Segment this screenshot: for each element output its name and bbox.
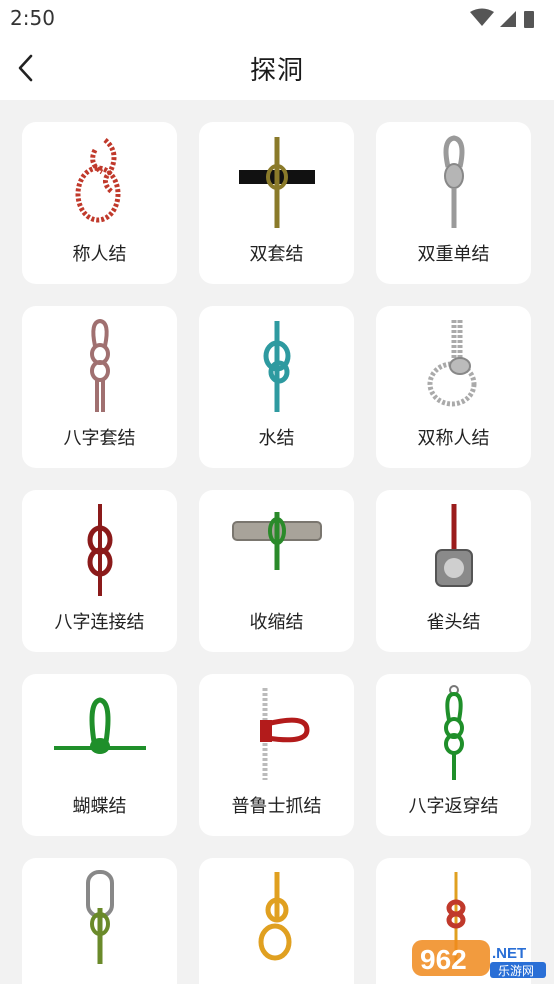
- knot-card-figure-eight-bend[interactable]: 八字连接结: [22, 490, 177, 652]
- knot-image: [376, 684, 531, 784]
- knot-card-figure-eight-loop[interactable]: 八字套结: [22, 306, 177, 468]
- knot-image: [199, 868, 354, 968]
- battery-icon: [524, 11, 534, 28]
- knot-card-orange[interactable]: [199, 858, 354, 984]
- knot-label: 双套结: [249, 244, 304, 265]
- knot-card-water-knot[interactable]: 水结: [199, 306, 354, 468]
- knot-label: 双重单结: [417, 244, 490, 265]
- knot-card-girth-hitch[interactable]: 雀头结: [376, 490, 531, 652]
- knot-label: 收缩结: [249, 612, 304, 633]
- knot-image: [199, 500, 354, 600]
- knot-label: 蝴蝶结: [72, 796, 127, 817]
- knot-image: [199, 316, 354, 416]
- knot-card-bowline[interactable]: 称人结: [22, 122, 177, 284]
- knot-image: [199, 684, 354, 784]
- knot-image: [22, 132, 177, 232]
- knot-card-butterfly[interactable]: 蝴蝶结: [22, 674, 177, 836]
- knot-image: [199, 132, 354, 232]
- knot-image: [22, 316, 177, 416]
- wifi-icon: [470, 8, 494, 26]
- knot-label: 普鲁士抓结: [231, 796, 322, 817]
- signal-icon: [500, 11, 516, 27]
- knot-image: [376, 500, 531, 600]
- knot-card-double-overhand[interactable]: 双重单结: [376, 122, 531, 284]
- status-icons: [460, 8, 540, 28]
- knot-label: 雀头结: [426, 612, 481, 633]
- knot-label: 八字返穿结: [408, 796, 499, 817]
- knot-image: [22, 684, 177, 784]
- svg-text:乐游网: 乐游网: [498, 964, 534, 978]
- app-bar: 探洞: [0, 36, 554, 100]
- knot-card-carabiner[interactable]: [22, 858, 177, 984]
- knot-label: 八字套结: [63, 428, 136, 449]
- knot-image: [22, 868, 177, 968]
- knot-label: 双称人结: [417, 428, 490, 449]
- knot-card-clove-hitch[interactable]: 双套结: [199, 122, 354, 284]
- knot-image: [376, 132, 531, 232]
- status-bar: 2:50: [0, 0, 554, 36]
- knot-label: 八字连接结: [54, 612, 145, 633]
- knot-label: 水结: [258, 428, 295, 449]
- knot-card-figure-eight-follow-through[interactable]: 八字返穿结: [376, 674, 531, 836]
- watermark-logo: 962 .NET 乐游网: [410, 934, 550, 982]
- knot-image: [376, 316, 531, 416]
- knot-card-prusik[interactable]: 普鲁士抓结: [199, 674, 354, 836]
- svg-text:.NET: .NET: [492, 945, 526, 962]
- knot-grid: 称人结 双套结 双重单结 八字套结 水结 双称人结 八字连接结 收缩结 雀头结 …: [22, 122, 532, 984]
- knot-card-constrictor[interactable]: 收缩结: [199, 490, 354, 652]
- svg-text:962: 962: [420, 944, 467, 975]
- status-time: 2:50: [10, 6, 55, 30]
- knot-image: [22, 500, 177, 600]
- knot-card-double-bowline[interactable]: 双称人结: [376, 306, 531, 468]
- knot-label: 称人结: [72, 244, 127, 265]
- page-title: 探洞: [249, 56, 304, 86]
